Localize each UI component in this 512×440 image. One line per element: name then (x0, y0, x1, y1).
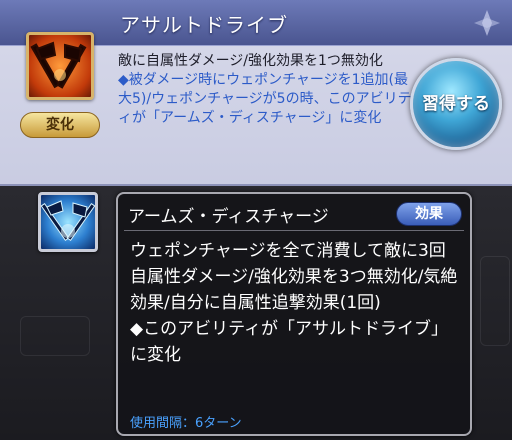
ability-title: アサルトドライブ (120, 13, 288, 37)
panel-description: ウェポンチャージを全て消費して敵に3回自属性ダメージ/強化効果を3つ無効化/気絶… (130, 238, 462, 368)
ability-card: アサルトドライブ 変化 敵に自属性ダメージ/強化効果を1つ無効化 ◆被ダメージ時… (0, 0, 512, 186)
panel-divider (124, 230, 464, 231)
description-note: ◆被ダメージ時にウェポンチャージを1追加(最大5)/ウェポンチャージが5の時、こ… (118, 72, 412, 126)
crossed-weapons-icon (38, 192, 98, 252)
change-badge: 変化 (20, 112, 100, 138)
panel-description-text: ウェポンチャージを全て消費して敵に3回自属性ダメージ/強化効果を3つ無効化/気絶… (130, 241, 458, 313)
effect-panel: アームズ・ディスチャージ 効果 ウェポンチャージを全て消費して敵に3回自属性ダメ… (116, 192, 472, 436)
ghost-item (480, 256, 510, 346)
ornament-icon (474, 10, 500, 36)
panel-title: アームズ・ディスチャージ (128, 207, 329, 227)
ghost-item (20, 316, 90, 356)
panel-description-note: ◆このアビリティが「アサルトドライブ」に変化 (130, 319, 449, 365)
learn-button[interactable]: 習得する (410, 58, 502, 150)
description-text: 敵に自属性ダメージ/強化効果を1つ無効化 (118, 53, 383, 69)
ability-description: 敵に自属性ダメージ/強化効果を1つ無効化 ◆被ダメージ時にウェポンチャージを1追… (118, 52, 418, 128)
cooldown-text: 使用間隔：6ターン (130, 416, 242, 431)
effect-badge: 効果 (396, 202, 462, 226)
crossed-axes-icon (26, 32, 94, 100)
